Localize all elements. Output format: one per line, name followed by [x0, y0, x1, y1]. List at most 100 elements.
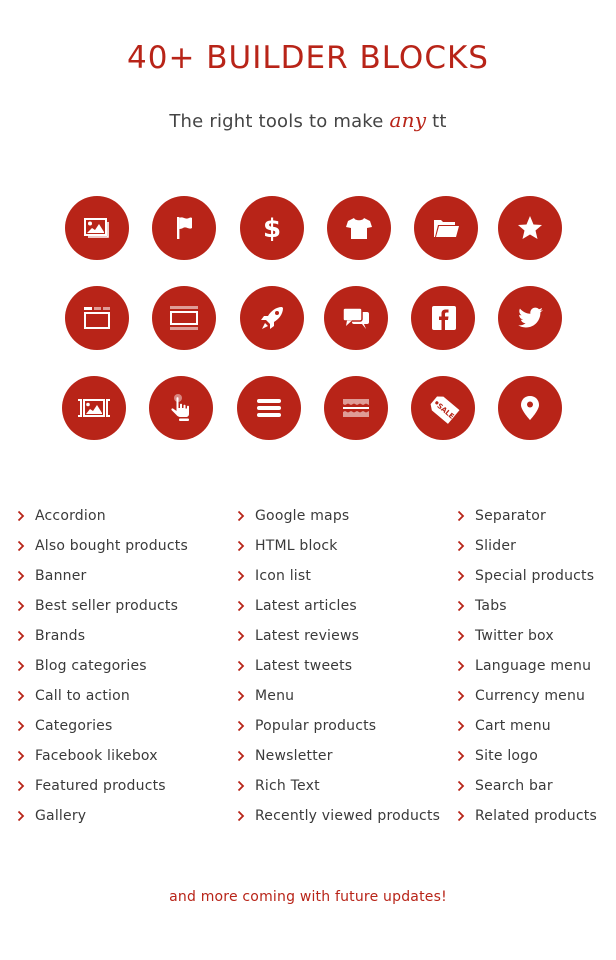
list-item: Google maps: [237, 506, 455, 536]
list-item-label: Currency menu: [475, 688, 586, 704]
chevron-right-icon: [457, 540, 465, 552]
block-star: [498, 196, 562, 260]
chevron-right-icon: [17, 690, 25, 702]
chevron-right-icon: [237, 540, 245, 552]
list-item: Rich Text: [237, 776, 455, 806]
list-item-label: Site logo: [475, 748, 539, 764]
list-item: Gallery: [17, 806, 235, 836]
block-tap: [149, 376, 213, 440]
list-item-label: Categories: [35, 718, 113, 734]
chevron-right-icon: [17, 750, 25, 762]
list-item-label: Featured products: [35, 778, 166, 794]
list-item-label: Recently viewed products: [255, 808, 441, 824]
list-item: Categories: [17, 716, 235, 746]
tap-hand-icon: [171, 394, 189, 421]
chevron-right-icon: [237, 510, 245, 522]
list-item: Latest tweets: [237, 656, 455, 686]
chevron-right-icon: [457, 630, 465, 642]
map-pin-icon: [521, 396, 539, 420]
list-item-label: Accordion: [35, 508, 106, 524]
chevron-right-icon: [237, 810, 245, 822]
list-item: Facebook likebox: [17, 746, 235, 776]
list-item: Accordion: [17, 506, 235, 536]
folder-open-icon: [434, 220, 459, 237]
list-item: Newsletter: [237, 746, 455, 776]
block-list-column-2: Google maps HTML block Icon list Latest art…: [237, 506, 455, 856]
chevron-right-icon: [17, 600, 25, 612]
block-facebook: [411, 286, 475, 350]
block-flag: [152, 196, 216, 260]
list-item-label: Facebook likebox: [35, 748, 158, 764]
chevron-right-icon: [237, 690, 245, 702]
hamburger-menu-icon: [257, 399, 281, 417]
chevron-right-icon: [237, 720, 245, 732]
list-item-label: Latest tweets: [255, 658, 353, 674]
chevron-right-icon: [457, 750, 465, 762]
list-item: Currency menu: [457, 686, 616, 716]
sale-tag-icon: SALE: [430, 396, 460, 424]
chevron-right-icon: [457, 810, 465, 822]
facebook-icon: [432, 306, 456, 330]
star-icon: [518, 216, 542, 239]
list-item: Brands: [17, 626, 235, 656]
block-dollar: $: [240, 196, 304, 260]
chevron-right-icon: [17, 810, 25, 822]
block-tshirt: [327, 196, 391, 260]
list-item-label: Icon list: [255, 568, 312, 584]
chevron-right-icon: [237, 780, 245, 792]
chevron-right-icon: [457, 660, 465, 672]
list-item: Call to action: [17, 686, 235, 716]
list-item: Cart menu: [457, 716, 616, 746]
list-item: HTML block: [237, 536, 455, 566]
gallery-images-icon: [84, 218, 109, 238]
block-list-column-1: Accordion Also bought products Banner Best …: [17, 506, 235, 836]
list-item: Special products: [457, 566, 616, 596]
list-item-label: Gallery: [35, 808, 87, 824]
list-item-label: Search bar: [475, 778, 553, 794]
chevron-right-icon: [457, 570, 465, 582]
list-item-label: Cart menu: [475, 718, 551, 734]
chevron-right-icon: [237, 600, 245, 612]
list-item: Search bar: [457, 776, 616, 806]
chevron-right-icon: [237, 660, 245, 672]
browser-tabs-icon: [84, 307, 110, 329]
list-item-label: Brands: [35, 628, 86, 644]
chevron-right-icon: [457, 510, 465, 522]
block-list-column-3: Separator Slider Special products Tabs Twitt…: [457, 506, 616, 836]
list-item: Blog categories: [17, 656, 235, 686]
list-item: Best seller products: [17, 596, 235, 626]
chevron-right-icon: [17, 780, 25, 792]
block-map: [498, 376, 562, 440]
chevron-right-icon: [457, 780, 465, 792]
flag-icon: [177, 217, 192, 239]
chevron-right-icon: [17, 630, 25, 642]
chevron-right-icon: [17, 570, 25, 582]
image-slider-icon: [78, 399, 110, 417]
list-item-label: Special products: [475, 568, 595, 584]
list-item: Latest reviews: [237, 626, 455, 656]
page-title: 40+ BUILDER BLOCKS: [127, 40, 489, 76]
list-item-label: Rich Text: [255, 778, 320, 794]
list-item: Popular products: [237, 716, 455, 746]
twitter-icon: [518, 307, 543, 328]
list-item-label: Blog categories: [35, 658, 147, 674]
chevron-right-icon: [17, 660, 25, 672]
dollar-icon: $: [263, 214, 281, 244]
banner-layout-icon: [170, 306, 198, 330]
list-item: Menu: [237, 686, 455, 716]
list-item-label: Banner: [35, 568, 87, 584]
list-item: Language menu: [457, 656, 616, 686]
list-item: Separator: [457, 506, 616, 536]
block-sale: SALE: [411, 376, 475, 440]
list-item-label: Popular products: [255, 718, 377, 734]
list-item-label: Latest articles: [255, 598, 357, 614]
block-twitter: [498, 286, 562, 350]
list-item: Twitter box: [457, 626, 616, 656]
chevron-right-icon: [457, 690, 465, 702]
block-menu: [237, 376, 301, 440]
subtitle-accent: any: [389, 108, 427, 132]
chevron-right-icon: [237, 750, 245, 762]
list-item-label: Google maps: [255, 508, 350, 524]
list-item: Recently viewed products: [237, 806, 455, 856]
list-item: Latest articles: [237, 596, 455, 626]
